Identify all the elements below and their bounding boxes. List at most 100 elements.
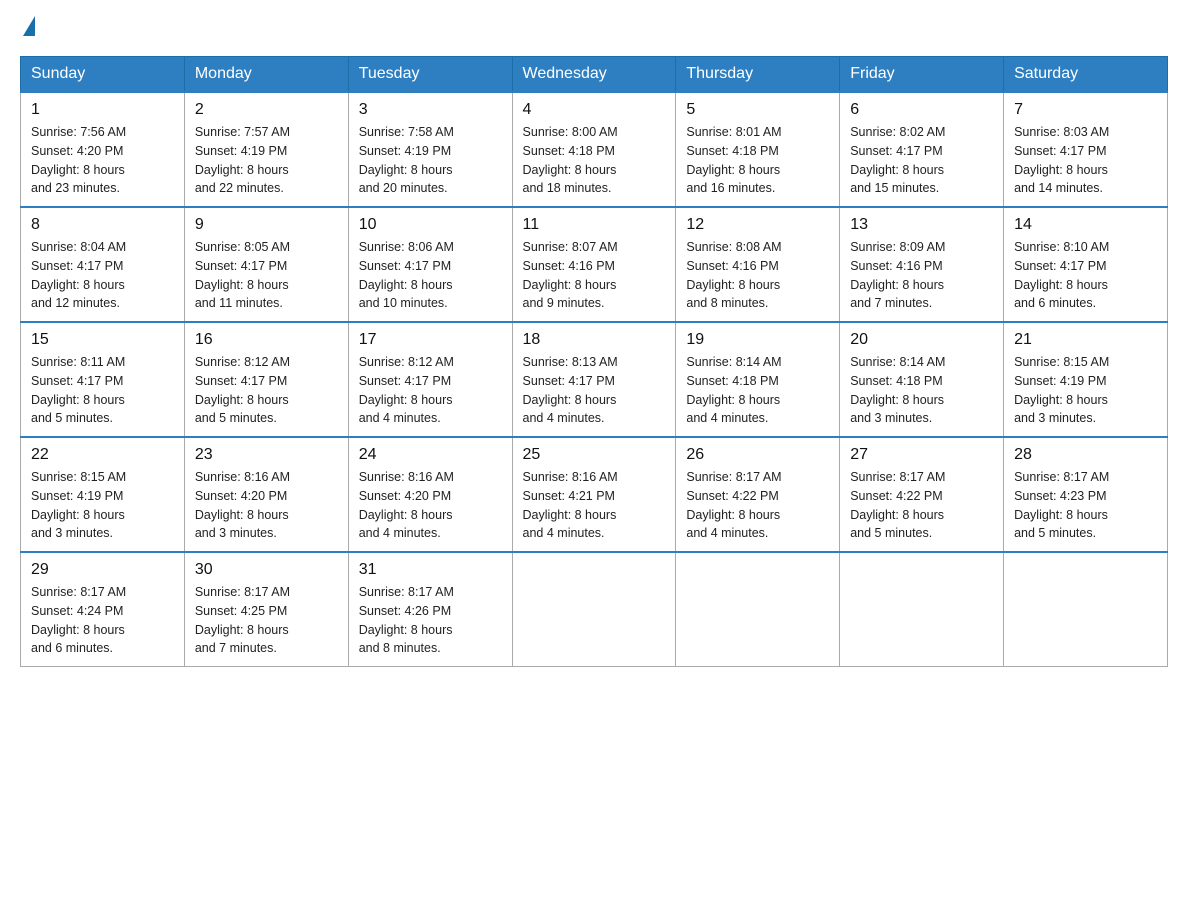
day-info: Sunrise: 8:17 AM Sunset: 4:22 PM Dayligh… (850, 468, 993, 543)
day-info: Sunrise: 8:14 AM Sunset: 4:18 PM Dayligh… (686, 353, 829, 428)
day-number: 23 (195, 446, 338, 464)
empty-cell (676, 552, 840, 667)
day-info: Sunrise: 8:11 AM Sunset: 4:17 PM Dayligh… (31, 353, 174, 428)
day-info: Sunrise: 8:17 AM Sunset: 4:24 PM Dayligh… (31, 583, 174, 658)
day-number: 13 (850, 216, 993, 234)
week-row-1: 1 Sunrise: 7:56 AM Sunset: 4:20 PM Dayli… (21, 92, 1168, 207)
day-cell-30: 30 Sunrise: 8:17 AM Sunset: 4:25 PM Dayl… (184, 552, 348, 667)
day-info: Sunrise: 8:15 AM Sunset: 4:19 PM Dayligh… (31, 468, 174, 543)
day-number: 1 (31, 101, 174, 119)
day-info: Sunrise: 8:17 AM Sunset: 4:22 PM Dayligh… (686, 468, 829, 543)
day-cell-28: 28 Sunrise: 8:17 AM Sunset: 4:23 PM Dayl… (1004, 437, 1168, 552)
day-cell-1: 1 Sunrise: 7:56 AM Sunset: 4:20 PM Dayli… (21, 92, 185, 207)
day-info: Sunrise: 8:17 AM Sunset: 4:26 PM Dayligh… (359, 583, 502, 658)
day-info: Sunrise: 8:09 AM Sunset: 4:16 PM Dayligh… (850, 238, 993, 313)
day-cell-13: 13 Sunrise: 8:09 AM Sunset: 4:16 PM Dayl… (840, 207, 1004, 322)
day-cell-19: 19 Sunrise: 8:14 AM Sunset: 4:18 PM Dayl… (676, 322, 840, 437)
day-cell-10: 10 Sunrise: 8:06 AM Sunset: 4:17 PM Dayl… (348, 207, 512, 322)
day-number: 2 (195, 101, 338, 119)
day-info: Sunrise: 8:01 AM Sunset: 4:18 PM Dayligh… (686, 123, 829, 198)
day-info: Sunrise: 8:14 AM Sunset: 4:18 PM Dayligh… (850, 353, 993, 428)
day-number: 14 (1014, 216, 1157, 234)
day-number: 18 (523, 331, 666, 349)
day-number: 20 (850, 331, 993, 349)
day-info: Sunrise: 8:12 AM Sunset: 4:17 PM Dayligh… (359, 353, 502, 428)
day-number: 28 (1014, 446, 1157, 464)
day-cell-16: 16 Sunrise: 8:12 AM Sunset: 4:17 PM Dayl… (184, 322, 348, 437)
day-info: Sunrise: 8:03 AM Sunset: 4:17 PM Dayligh… (1014, 123, 1157, 198)
day-number: 15 (31, 331, 174, 349)
day-number: 9 (195, 216, 338, 234)
day-number: 31 (359, 561, 502, 579)
day-cell-6: 6 Sunrise: 8:02 AM Sunset: 4:17 PM Dayli… (840, 92, 1004, 207)
day-number: 27 (850, 446, 993, 464)
day-info: Sunrise: 8:12 AM Sunset: 4:17 PM Dayligh… (195, 353, 338, 428)
day-number: 10 (359, 216, 502, 234)
page-header (20, 20, 1168, 36)
day-cell-24: 24 Sunrise: 8:16 AM Sunset: 4:20 PM Dayl… (348, 437, 512, 552)
empty-cell (1004, 552, 1168, 667)
day-cell-23: 23 Sunrise: 8:16 AM Sunset: 4:20 PM Dayl… (184, 437, 348, 552)
day-number: 4 (523, 101, 666, 119)
header-wednesday: Wednesday (512, 57, 676, 93)
day-cell-8: 8 Sunrise: 8:04 AM Sunset: 4:17 PM Dayli… (21, 207, 185, 322)
day-info: Sunrise: 8:17 AM Sunset: 4:23 PM Dayligh… (1014, 468, 1157, 543)
day-number: 6 (850, 101, 993, 119)
day-cell-27: 27 Sunrise: 8:17 AM Sunset: 4:22 PM Dayl… (840, 437, 1004, 552)
empty-cell (840, 552, 1004, 667)
day-info: Sunrise: 7:58 AM Sunset: 4:19 PM Dayligh… (359, 123, 502, 198)
day-info: Sunrise: 7:56 AM Sunset: 4:20 PM Dayligh… (31, 123, 174, 198)
logo (20, 20, 35, 36)
day-cell-11: 11 Sunrise: 8:07 AM Sunset: 4:16 PM Dayl… (512, 207, 676, 322)
day-info: Sunrise: 8:10 AM Sunset: 4:17 PM Dayligh… (1014, 238, 1157, 313)
logo-triangle-icon (23, 16, 35, 36)
day-info: Sunrise: 8:15 AM Sunset: 4:19 PM Dayligh… (1014, 353, 1157, 428)
header-thursday: Thursday (676, 57, 840, 93)
calendar-header-row: SundayMondayTuesdayWednesdayThursdayFrid… (21, 57, 1168, 93)
day-cell-29: 29 Sunrise: 8:17 AM Sunset: 4:24 PM Dayl… (21, 552, 185, 667)
day-info: Sunrise: 8:05 AM Sunset: 4:17 PM Dayligh… (195, 238, 338, 313)
empty-cell (512, 552, 676, 667)
day-number: 22 (31, 446, 174, 464)
day-number: 17 (359, 331, 502, 349)
day-number: 7 (1014, 101, 1157, 119)
day-cell-26: 26 Sunrise: 8:17 AM Sunset: 4:22 PM Dayl… (676, 437, 840, 552)
day-number: 30 (195, 561, 338, 579)
day-number: 26 (686, 446, 829, 464)
day-info: Sunrise: 8:13 AM Sunset: 4:17 PM Dayligh… (523, 353, 666, 428)
day-number: 11 (523, 216, 666, 234)
day-info: Sunrise: 8:08 AM Sunset: 4:16 PM Dayligh… (686, 238, 829, 313)
day-cell-12: 12 Sunrise: 8:08 AM Sunset: 4:16 PM Dayl… (676, 207, 840, 322)
header-monday: Monday (184, 57, 348, 93)
day-cell-17: 17 Sunrise: 8:12 AM Sunset: 4:17 PM Dayl… (348, 322, 512, 437)
day-number: 24 (359, 446, 502, 464)
week-row-2: 8 Sunrise: 8:04 AM Sunset: 4:17 PM Dayli… (21, 207, 1168, 322)
day-number: 21 (1014, 331, 1157, 349)
day-cell-9: 9 Sunrise: 8:05 AM Sunset: 4:17 PM Dayli… (184, 207, 348, 322)
day-number: 25 (523, 446, 666, 464)
day-number: 5 (686, 101, 829, 119)
day-cell-14: 14 Sunrise: 8:10 AM Sunset: 4:17 PM Dayl… (1004, 207, 1168, 322)
day-cell-5: 5 Sunrise: 8:01 AM Sunset: 4:18 PM Dayli… (676, 92, 840, 207)
day-number: 8 (31, 216, 174, 234)
header-friday: Friday (840, 57, 1004, 93)
header-sunday: Sunday (21, 57, 185, 93)
day-number: 19 (686, 331, 829, 349)
day-info: Sunrise: 8:07 AM Sunset: 4:16 PM Dayligh… (523, 238, 666, 313)
day-cell-25: 25 Sunrise: 8:16 AM Sunset: 4:21 PM Dayl… (512, 437, 676, 552)
week-row-3: 15 Sunrise: 8:11 AM Sunset: 4:17 PM Dayl… (21, 322, 1168, 437)
day-info: Sunrise: 8:16 AM Sunset: 4:21 PM Dayligh… (523, 468, 666, 543)
day-info: Sunrise: 8:16 AM Sunset: 4:20 PM Dayligh… (359, 468, 502, 543)
header-saturday: Saturday (1004, 57, 1168, 93)
day-info: Sunrise: 8:06 AM Sunset: 4:17 PM Dayligh… (359, 238, 502, 313)
day-cell-22: 22 Sunrise: 8:15 AM Sunset: 4:19 PM Dayl… (21, 437, 185, 552)
week-row-5: 29 Sunrise: 8:17 AM Sunset: 4:24 PM Dayl… (21, 552, 1168, 667)
day-cell-21: 21 Sunrise: 8:15 AM Sunset: 4:19 PM Dayl… (1004, 322, 1168, 437)
day-number: 16 (195, 331, 338, 349)
day-info: Sunrise: 8:00 AM Sunset: 4:18 PM Dayligh… (523, 123, 666, 198)
header-tuesday: Tuesday (348, 57, 512, 93)
calendar-table: SundayMondayTuesdayWednesdayThursdayFrid… (20, 56, 1168, 667)
day-cell-4: 4 Sunrise: 8:00 AM Sunset: 4:18 PM Dayli… (512, 92, 676, 207)
day-cell-15: 15 Sunrise: 8:11 AM Sunset: 4:17 PM Dayl… (21, 322, 185, 437)
day-number: 3 (359, 101, 502, 119)
